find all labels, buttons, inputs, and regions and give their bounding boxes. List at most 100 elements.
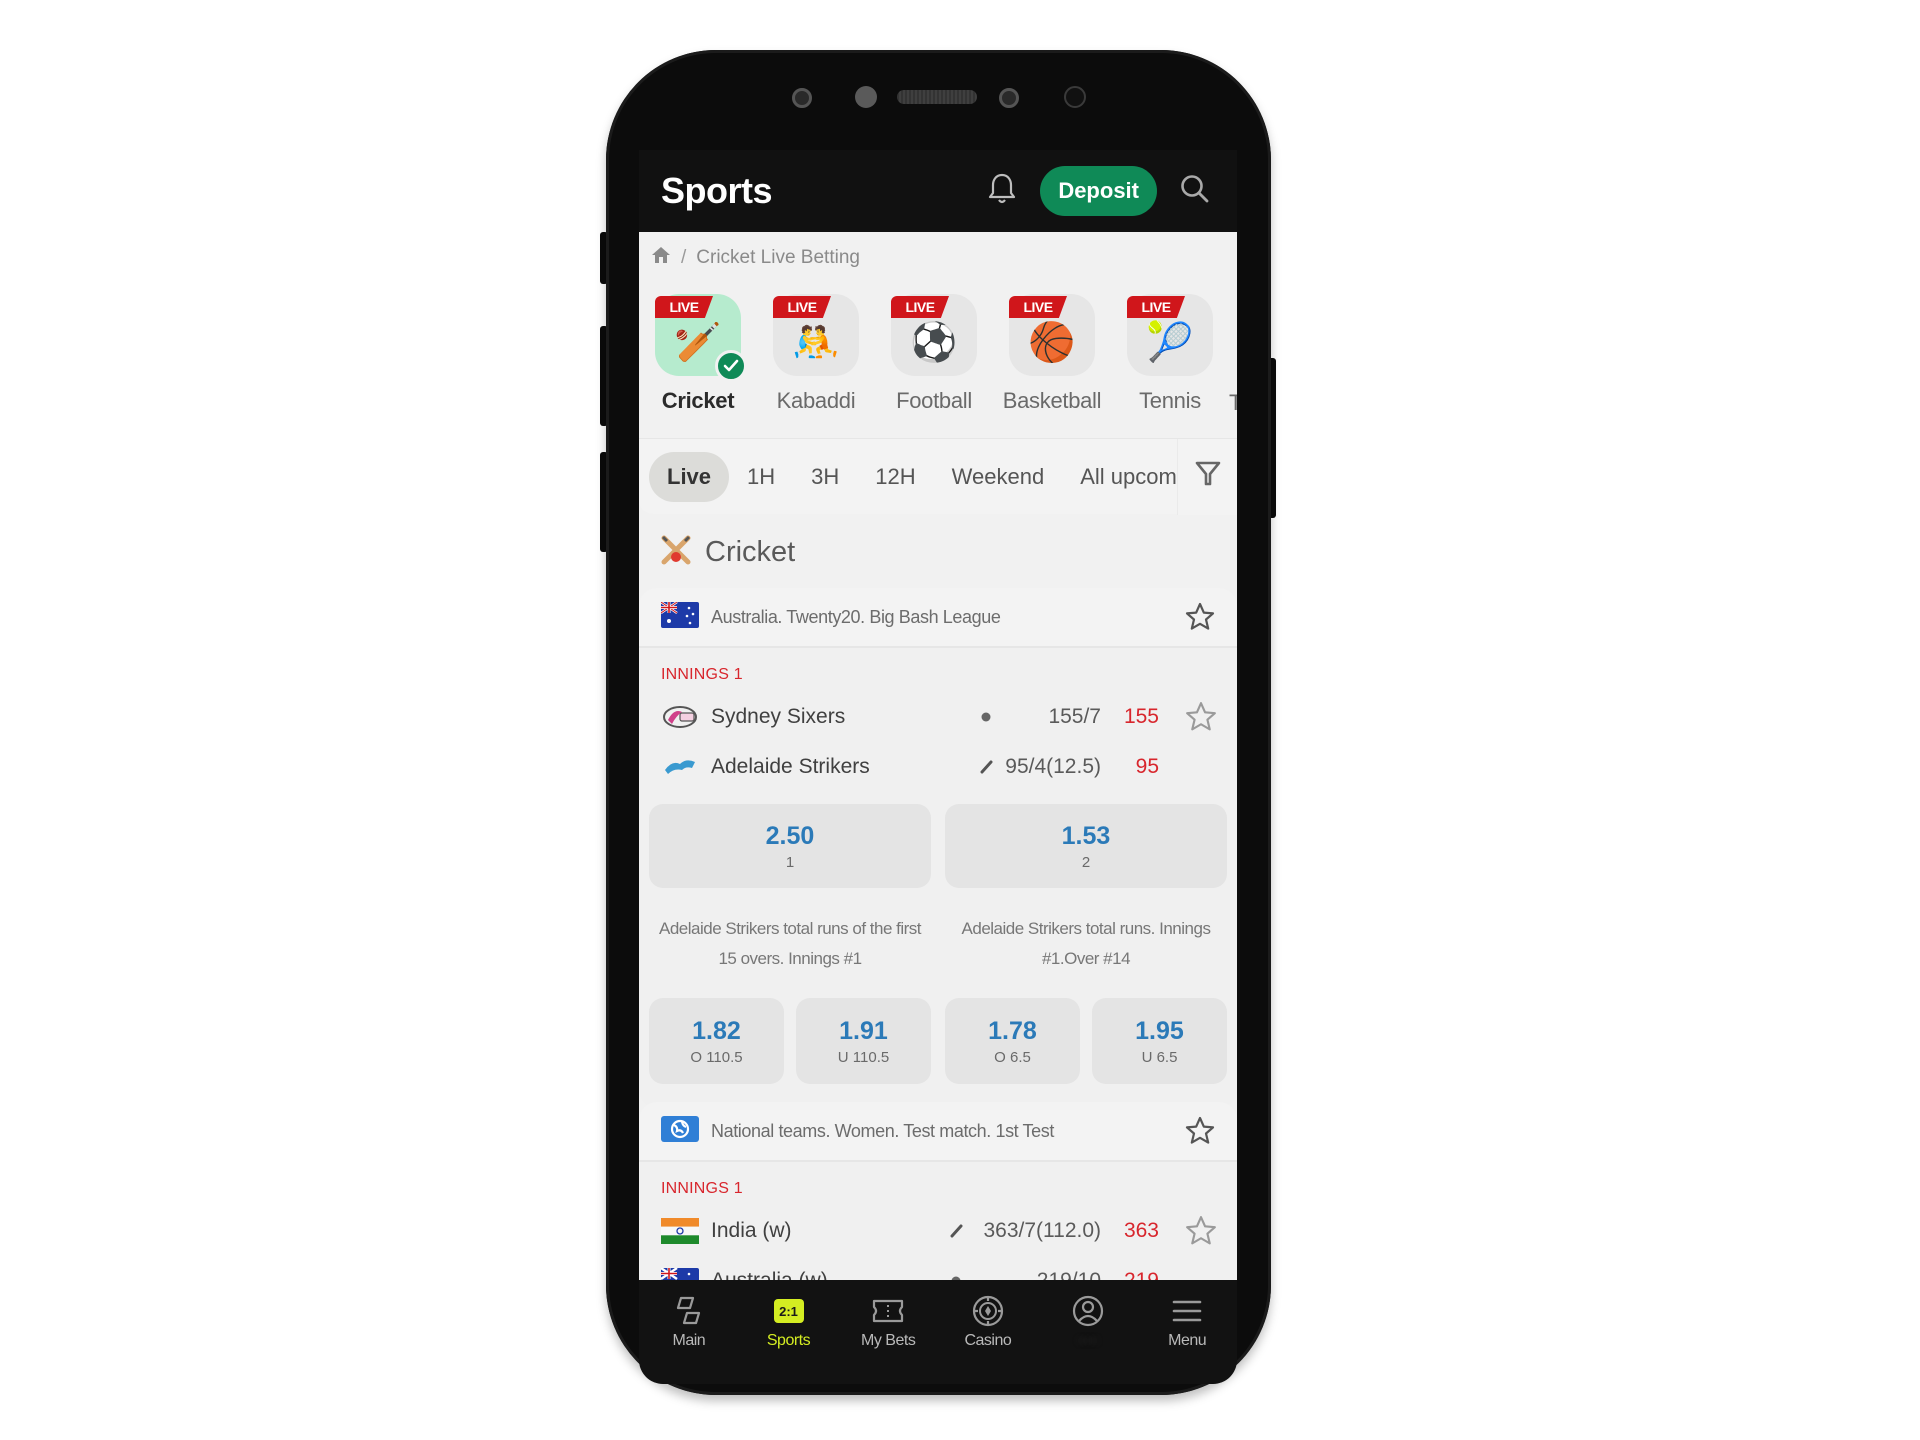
tennis-icon: 🎾 (1146, 319, 1194, 364)
sport-item-football[interactable]: LIVE ⚽ Football (875, 294, 993, 414)
nav-label: Menu (1168, 1332, 1207, 1349)
page-title: Sports (661, 170, 773, 211)
main-icon (674, 1294, 704, 1328)
adelaide-strikers-logo (661, 754, 699, 780)
odds-button[interactable]: 2.50 1 (649, 804, 931, 888)
odds-value: 1.91 (839, 1016, 888, 1045)
nav-item-my-bets[interactable]: My Bets (838, 1280, 938, 1360)
cricket-icon: 🏏 (674, 319, 722, 364)
market: Adelaide Strikers total runs. Innings #1… (945, 914, 1227, 1084)
odds-value: 2.50 (765, 821, 815, 850)
markets: Adelaide Strikers total runs of the firs… (639, 914, 1237, 1084)
sport-item-basketball[interactable]: LIVE 🏀 Basketball (993, 294, 1111, 414)
live-badge: LIVE (1127, 296, 1185, 318)
kabaddi-icon: 🤼 (792, 319, 840, 364)
breadcrumb-current: Cricket Live Betting (696, 247, 860, 268)
tab-all-upcoming[interactable]: All upcoming (1062, 452, 1177, 502)
sports-carousel[interactable]: LIVE 🏏 Cricket LIVE 🤼 Kabaddi LIVE ⚽ Foo… (639, 294, 1237, 414)
breadcrumb: / Cricket Live Betting (651, 242, 860, 274)
league-header[interactable]: Australia. Twenty20. Big Bash League (639, 588, 1237, 648)
favorite-event-button[interactable] (1159, 1215, 1217, 1247)
tab-live[interactable]: Live (649, 451, 730, 502)
team-row[interactable]: Sydney Sixers 155/7 155 (639, 692, 1237, 742)
main-odds: 2.50 1 1.53 2 (639, 804, 1237, 888)
favorite-league-button[interactable] (1183, 1114, 1217, 1148)
team-row[interactable]: Australia (w) 219/10 219 (639, 1256, 1237, 1280)
nav-item-profile[interactable]: ···· (1038, 1280, 1138, 1360)
odds-value: 1.78 (988, 1016, 1037, 1045)
deposit-button[interactable]: Deposit (1040, 166, 1157, 216)
team-row[interactable]: Adelaide Strikers 95/4(12.5) 95 (639, 742, 1237, 792)
front-camera (855, 86, 877, 108)
market-title: Adelaide Strikers total runs. Innings #1… (961, 919, 1211, 968)
filter-button[interactable] (1177, 438, 1237, 515)
team-name: Sydney Sixers (711, 705, 846, 728)
star-icon (1185, 1116, 1215, 1144)
team-row[interactable]: India (w) 363/7(112.0) 363 (639, 1206, 1237, 1256)
event-card: Australia. Twenty20. Big Bash League INN… (639, 588, 1237, 1108)
tab-3h[interactable]: 3H (793, 452, 857, 502)
odds-label: U 6.5 (1141, 1048, 1178, 1066)
menu-icon (1172, 1294, 1202, 1328)
live-badge: LIVE (1009, 296, 1067, 318)
profile-icon (1071, 1294, 1105, 1328)
notifications-button[interactable] (982, 171, 1022, 211)
team-score: 155/7 (1048, 705, 1101, 728)
section-title: Cricket (705, 535, 796, 568)
nav-item-main[interactable]: Main (639, 1280, 739, 1360)
odds-label: O 110.5 (690, 1048, 743, 1066)
sport-tile: LIVE ⚽ (891, 294, 977, 376)
odds-label: U 110.5 (837, 1048, 890, 1066)
sport-item-cricket[interactable]: LIVE 🏏 Cricket (639, 294, 757, 414)
odds-button[interactable]: 1.78 O 6.5 (945, 998, 1080, 1084)
bat-icon (975, 760, 997, 774)
tab-1h[interactable]: 1H (729, 452, 793, 502)
event-card: National teams. Women. Test match. 1st T… (639, 1102, 1237, 1280)
sport-label: Tennis (1139, 388, 1201, 413)
odds-label: 1 (785, 853, 795, 871)
sport-tile: LIVE 🏏 (655, 294, 747, 382)
sport-item-tennis[interactable]: LIVE 🎾 Tennis (1111, 294, 1229, 414)
nav-item-sports[interactable]: 2:1 Sports (739, 1280, 839, 1360)
filter-tabs: Live 1H 3H 12H Weekend All upcoming (649, 451, 1177, 502)
odds-label: 2 (1081, 853, 1091, 871)
nav-item-menu[interactable]: Menu (1137, 1280, 1237, 1360)
bell-icon (987, 172, 1017, 211)
breadcrumb-separator: / (681, 247, 687, 268)
market-odds: 1.78 O 6.5 1.95 U 6.5 (945, 998, 1227, 1084)
sport-item-kabaddi[interactable]: LIVE 🤼 Kabaddi (757, 294, 875, 414)
sport-tile: LIVE 🎾 (1127, 294, 1213, 376)
india-flag-icon (661, 1218, 699, 1244)
odds-button[interactable]: 1.91 U 110.5 (796, 998, 931, 1084)
market: Adelaide Strikers total runs of the firs… (649, 914, 931, 1084)
phone-bottom-bezel (639, 1360, 1237, 1384)
star-icon (1186, 702, 1216, 731)
australia-flag-icon (660, 600, 699, 633)
team-score: 219/10 (971, 1269, 1101, 1280)
odds-button[interactable]: 1.95 U 6.5 (1092, 998, 1227, 1084)
search-button[interactable] (1175, 171, 1215, 211)
nav-label: Casino (964, 1332, 1012, 1349)
tab-weekend[interactable]: Weekend (934, 452, 1063, 502)
front-sensor (999, 88, 1019, 108)
odds-button[interactable]: 1.53 2 (945, 804, 1227, 888)
team-total: 363 (1123, 1219, 1159, 1242)
odds-button[interactable]: 1.82 O 110.5 (649, 998, 784, 1084)
team-name: India (w) (711, 1219, 792, 1242)
check-icon (715, 350, 747, 382)
tab-12h[interactable]: 12H (857, 452, 933, 502)
home-icon[interactable] (651, 246, 671, 270)
nav-item-casino[interactable]: Casino (938, 1280, 1038, 1360)
odds-value: 1.95 (1135, 1016, 1184, 1045)
favorite-event-button[interactable] (1159, 701, 1217, 733)
section-header-cricket: Cricket (639, 522, 1237, 582)
world-flag-icon (661, 1115, 699, 1147)
score-badge: 2:1 (773, 1299, 804, 1323)
bottom-navigation: Main 2:1 Sports My Bets Casino ···· Menu (639, 1280, 1237, 1360)
ticket-icon (871, 1294, 905, 1328)
nav-label: Main (672, 1332, 706, 1349)
favorite-league-button[interactable] (1183, 600, 1217, 634)
ball-icon (975, 711, 997, 723)
sport-item-partial[interactable]: T (1229, 390, 1237, 414)
league-header[interactable]: National teams. Women. Test match. 1st T… (639, 1102, 1237, 1162)
